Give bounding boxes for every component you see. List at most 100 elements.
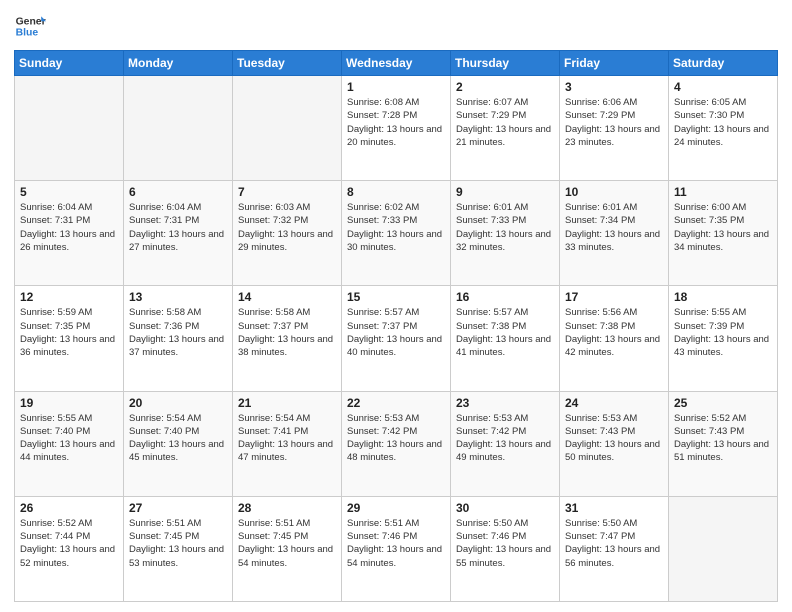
calendar-cell: 10 Sunrise: 6:01 AMSunset: 7:34 PMDayligh… — [560, 181, 669, 286]
calendar-cell: 21Sunrise: 5:54 AMSunset: 7:41 PMDayligh… — [233, 391, 342, 496]
calendar-cell: 14 Sunrise: 5:58 AMSunset: 7:37 PMDayligh… — [233, 286, 342, 391]
day-number: 31 — [565, 501, 663, 515]
day-number: 14 — [238, 290, 336, 304]
day-number: 7 — [238, 185, 336, 199]
calendar-cell: 24 Sunrise: 5:53 AMSunset: 7:43 PMDayligh… — [560, 391, 669, 496]
day-number: 24 — [565, 396, 663, 410]
page: General Blue SundayMondayTuesdayWednesda… — [0, 0, 792, 612]
day-number: 11 — [674, 185, 772, 199]
day-info: Sunrise: 5:53 AMSunset: 7:42 PMDaylight:… — [347, 412, 445, 465]
day-number: 22 — [347, 396, 445, 410]
calendar-cell: 15 Sunrise: 5:57 AMSunset: 7:37 PMDayligh… — [342, 286, 451, 391]
day-info: Sunrise: 5:57 AMSunset: 7:37 PMDaylight:… — [347, 306, 445, 359]
day-info: Sunrise: 5:51 AMSunset: 7:45 PMDaylight:… — [238, 517, 336, 570]
calendar-cell — [233, 76, 342, 181]
day-info: Sunrise: 6:07 AMSunset: 7:29 PMDaylight:… — [456, 96, 554, 149]
calendar-cell — [669, 496, 778, 601]
day-info: Sunrise: 6:05 AMSunset: 7:30 PMDaylight:… — [674, 96, 772, 149]
day-info: Sunrise: 5:51 AMSunset: 7:46 PMDaylight:… — [347, 517, 445, 570]
svg-text:Blue: Blue — [16, 28, 39, 39]
day-number: 3 — [565, 80, 663, 94]
calendar-cell: 29 Sunrise: 5:51 AMSunset: 7:46 PMDayligh… — [342, 496, 451, 601]
day-number: 16 — [456, 290, 554, 304]
day-info: Sunrise: 6:04 AMSunset: 7:31 PMDaylight:… — [20, 201, 118, 254]
calendar-cell — [124, 76, 233, 181]
logo: General Blue — [14, 10, 46, 42]
calendar-cell: 12Sunrise: 5:59 AMSunset: 7:35 PMDayligh… — [15, 286, 124, 391]
calendar-cell: 3 Sunrise: 6:06 AMSunset: 7:29 PMDaylight… — [560, 76, 669, 181]
day-info: Sunrise: 6:04 AMSunset: 7:31 PMDaylight:… — [129, 201, 227, 254]
calendar-cell: 18Sunrise: 5:55 AMSunset: 7:39 PMDayligh… — [669, 286, 778, 391]
day-info: Sunrise: 5:55 AMSunset: 7:40 PMDaylight:… — [20, 412, 118, 465]
calendar-cell: 26 Sunrise: 5:52 AMSunset: 7:44 PMDayligh… — [15, 496, 124, 601]
day-number: 19 — [20, 396, 118, 410]
calendar-cell: 7 Sunrise: 6:03 AMSunset: 7:32 PMDaylight… — [233, 181, 342, 286]
calendar-table: SundayMondayTuesdayWednesdayThursdayFrid… — [14, 50, 778, 602]
day-number: 9 — [456, 185, 554, 199]
calendar-cell: 23Sunrise: 5:53 AMSunset: 7:42 PMDayligh… — [451, 391, 560, 496]
calendar-cell: 20Sunrise: 5:54 AMSunset: 7:40 PMDayligh… — [124, 391, 233, 496]
day-info: Sunrise: 5:58 AMSunset: 7:37 PMDaylight:… — [238, 306, 336, 359]
calendar-body: 1Sunrise: 6:08 AMSunset: 7:28 PMDaylight… — [15, 76, 778, 602]
day-info: Sunrise: 5:55 AMSunset: 7:39 PMDaylight:… — [674, 306, 772, 359]
day-number: 4 — [674, 80, 772, 94]
day-info: Sunrise: 6:03 AMSunset: 7:32 PMDaylight:… — [238, 201, 336, 254]
weekday-header-cell: Wednesday — [342, 51, 451, 76]
calendar-cell: 28 Sunrise: 5:51 AMSunset: 7:45 PMDayligh… — [233, 496, 342, 601]
day-number: 23 — [456, 396, 554, 410]
calendar-cell: 16 Sunrise: 5:57 AMSunset: 7:38 PMDayligh… — [451, 286, 560, 391]
calendar-cell — [15, 76, 124, 181]
day-number: 27 — [129, 501, 227, 515]
day-info: Sunrise: 5:51 AMSunset: 7:45 PMDaylight:… — [129, 517, 227, 570]
day-info: Sunrise: 5:50 AMSunset: 7:47 PMDaylight:… — [565, 517, 663, 570]
calendar-week-row: 26 Sunrise: 5:52 AMSunset: 7:44 PMDayligh… — [15, 496, 778, 601]
day-number: 12 — [20, 290, 118, 304]
calendar-cell: 9 Sunrise: 6:01 AMSunset: 7:33 PMDaylight… — [451, 181, 560, 286]
calendar-cell: 2 Sunrise: 6:07 AMSunset: 7:29 PMDaylight… — [451, 76, 560, 181]
calendar-cell: 31 Sunrise: 5:50 AMSunset: 7:47 PMDayligh… — [560, 496, 669, 601]
day-info: Sunrise: 5:57 AMSunset: 7:38 PMDaylight:… — [456, 306, 554, 359]
day-info: Sunrise: 5:50 AMSunset: 7:46 PMDaylight:… — [456, 517, 554, 570]
day-info: Sunrise: 6:01 AMSunset: 7:33 PMDaylight:… — [456, 201, 554, 254]
day-number: 25 — [674, 396, 772, 410]
weekday-header-row: SundayMondayTuesdayWednesdayThursdayFrid… — [15, 51, 778, 76]
day-number: 13 — [129, 290, 227, 304]
calendar-cell: 13Sunrise: 5:58 AMSunset: 7:36 PMDayligh… — [124, 286, 233, 391]
day-info: Sunrise: 6:01 AMSunset: 7:34 PMDaylight:… — [565, 201, 663, 254]
day-number: 2 — [456, 80, 554, 94]
day-info: Sunrise: 5:52 AMSunset: 7:44 PMDaylight:… — [20, 517, 118, 570]
day-number: 29 — [347, 501, 445, 515]
day-number: 10 — [565, 185, 663, 199]
day-number: 6 — [129, 185, 227, 199]
day-info: Sunrise: 5:52 AMSunset: 7:43 PMDaylight:… — [674, 412, 772, 465]
day-info: Sunrise: 5:53 AMSunset: 7:43 PMDaylight:… — [565, 412, 663, 465]
calendar-week-row: 1Sunrise: 6:08 AMSunset: 7:28 PMDaylight… — [15, 76, 778, 181]
weekday-header-cell: Monday — [124, 51, 233, 76]
day-info: Sunrise: 6:08 AMSunset: 7:28 PMDaylight:… — [347, 96, 445, 149]
calendar-cell: 4 Sunrise: 6:05 AMSunset: 7:30 PMDaylight… — [669, 76, 778, 181]
calendar-cell: 22 Sunrise: 5:53 AMSunset: 7:42 PMDayligh… — [342, 391, 451, 496]
calendar-cell: 8Sunrise: 6:02 AMSunset: 7:33 PMDaylight… — [342, 181, 451, 286]
calendar-week-row: 19 Sunrise: 5:55 AMSunset: 7:40 PMDayligh… — [15, 391, 778, 496]
day-number: 28 — [238, 501, 336, 515]
day-number: 17 — [565, 290, 663, 304]
day-info: Sunrise: 5:54 AMSunset: 7:40 PMDaylight:… — [129, 412, 227, 465]
calendar-cell: 11Sunrise: 6:00 AMSunset: 7:35 PMDayligh… — [669, 181, 778, 286]
weekday-header-cell: Sunday — [15, 51, 124, 76]
calendar-cell: 17Sunrise: 5:56 AMSunset: 7:38 PMDayligh… — [560, 286, 669, 391]
calendar-cell: 6 Sunrise: 6:04 AMSunset: 7:31 PMDaylight… — [124, 181, 233, 286]
day-number: 15 — [347, 290, 445, 304]
calendar-cell: 27 Sunrise: 5:51 AMSunset: 7:45 PMDayligh… — [124, 496, 233, 601]
day-number: 8 — [347, 185, 445, 199]
calendar-cell: 19 Sunrise: 5:55 AMSunset: 7:40 PMDayligh… — [15, 391, 124, 496]
weekday-header-cell: Thursday — [451, 51, 560, 76]
day-number: 26 — [20, 501, 118, 515]
calendar-cell: 5Sunrise: 6:04 AMSunset: 7:31 PMDaylight… — [15, 181, 124, 286]
weekday-header-cell: Friday — [560, 51, 669, 76]
day-info: Sunrise: 6:06 AMSunset: 7:29 PMDaylight:… — [565, 96, 663, 149]
calendar-cell: 25 Sunrise: 5:52 AMSunset: 7:43 PMDayligh… — [669, 391, 778, 496]
logo-icon: General Blue — [14, 10, 46, 42]
calendar-cell: 30Sunrise: 5:50 AMSunset: 7:46 PMDayligh… — [451, 496, 560, 601]
weekday-header-cell: Saturday — [669, 51, 778, 76]
day-number: 21 — [238, 396, 336, 410]
